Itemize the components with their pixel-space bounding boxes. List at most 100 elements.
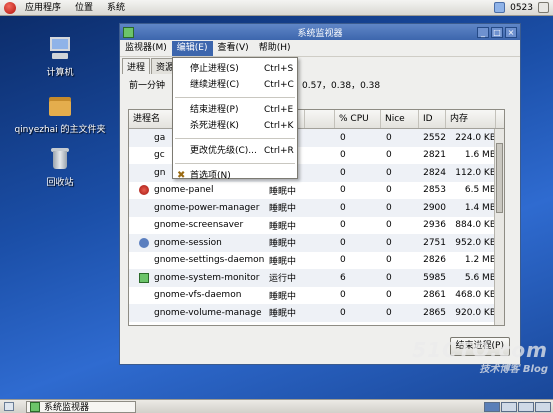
workspace-switcher[interactable] xyxy=(484,401,553,412)
process-status: 睡眠中 xyxy=(269,186,297,197)
menu-item-kill-process[interactable]: 杀死进程(K) Ctrl+K xyxy=(173,118,297,134)
clock[interactable]: 0523 xyxy=(510,3,533,13)
process-id: 2936 xyxy=(423,220,446,231)
workspace-1[interactable] xyxy=(484,401,500,412)
menu-view[interactable]: 查看(V) xyxy=(213,41,254,56)
redhat-logo-icon[interactable] xyxy=(4,1,16,14)
blank-process-icon xyxy=(139,290,149,300)
vertical-scrollbar[interactable] xyxy=(494,129,504,325)
process-name: gn xyxy=(154,167,166,178)
workspace-4[interactable] xyxy=(535,401,551,412)
process-status: 睡眠中 xyxy=(269,239,297,250)
process-cpu: 0 xyxy=(340,132,346,143)
process-status: 睡眠中 xyxy=(269,291,297,302)
workspace-3[interactable] xyxy=(518,401,534,412)
process-cpu: 0 xyxy=(340,307,346,318)
scroll-thumb[interactable] xyxy=(496,143,503,213)
close-button[interactable]: × xyxy=(505,26,517,38)
window-title: 系统监视器 xyxy=(297,28,343,39)
process-status: 睡眠中 xyxy=(269,309,297,320)
computer-icon xyxy=(47,35,73,61)
process-name: gc xyxy=(154,150,165,161)
desktop-icon-computer[interactable]: 计算机 xyxy=(0,35,120,78)
process-memory: 1.4 MB xyxy=(464,202,496,213)
taskbar-item-system-monitor[interactable]: 系统监视器 xyxy=(26,400,136,413)
load-values: 0.57，0.38，0.38 xyxy=(302,81,381,91)
table-row[interactable]: gnome-session 睡眠中 0 0 2751 952.0 KB xyxy=(129,234,504,252)
process-cpu: 0 xyxy=(340,237,346,248)
col-memory[interactable]: 内存 xyxy=(446,110,496,128)
menu-item-preferences[interactable]: ✖ 首选项(N) xyxy=(173,168,297,184)
process-nice: 0 xyxy=(386,185,392,196)
table-row[interactable]: gnome-vfs-daemon 睡眠中 0 0 2861 468.0 KB xyxy=(129,287,504,305)
menu-edit[interactable]: 编辑(E) xyxy=(171,40,213,56)
maximize-button[interactable]: □ xyxy=(491,26,503,38)
table-row[interactable]: gnome-panel 睡眠中 0 0 2853 6.5 MB xyxy=(129,182,504,200)
process-cpu: 6 xyxy=(340,272,346,283)
applications-menu[interactable]: 应用程序 xyxy=(18,0,68,16)
process-nice: 0 xyxy=(386,167,392,178)
trash-icon xyxy=(47,145,73,171)
col-cpu[interactable]: % CPU xyxy=(335,110,381,128)
blank-process-icon xyxy=(139,133,149,143)
menu-help[interactable]: 帮助(H) xyxy=(254,41,296,56)
process-id: 2751 xyxy=(423,237,446,248)
process-name: ga xyxy=(154,132,166,143)
tab-processes[interactable]: 进程 xyxy=(122,58,151,74)
process-memory: 6.5 MB xyxy=(464,185,496,196)
minimize-button[interactable]: _ xyxy=(477,26,489,38)
process-id: 2861 xyxy=(423,290,446,301)
show-desktop-icon[interactable] xyxy=(4,402,14,411)
monitor-icon xyxy=(139,272,149,283)
process-status: 睡眠中 xyxy=(269,204,297,215)
process-memory: 5.6 MB xyxy=(464,272,496,283)
process-id: 2826 xyxy=(423,255,446,266)
process-name: gnome-system-monitor xyxy=(154,272,260,283)
process-nice: 0 xyxy=(386,132,392,143)
process-nice: 0 xyxy=(386,255,392,266)
process-memory: 884.0 KB xyxy=(455,220,496,231)
blank-process-icon xyxy=(139,220,149,230)
table-row[interactable]: gnome-settings-daemon 睡眠中 0 0 2826 1.2 MB xyxy=(129,252,504,270)
menu-separator xyxy=(175,163,295,164)
menu-item-stop-process[interactable]: 停止进程(S) Ctrl+S xyxy=(173,61,297,77)
col-user[interactable] xyxy=(305,110,335,128)
process-cpu: 0 xyxy=(340,167,346,178)
preferences-icon: ✖ xyxy=(177,170,186,181)
process-memory: 112.0 KB xyxy=(455,167,496,178)
blank-process-icon xyxy=(139,168,149,178)
process-id: 2824 xyxy=(423,167,446,178)
process-nice: 0 xyxy=(386,202,392,213)
menu-item-change-priority[interactable]: 更改优先级(C)... Ctrl+R xyxy=(173,143,297,159)
system-menu[interactable]: 系统 xyxy=(100,0,132,16)
process-name: gnome-vfs-daemon xyxy=(154,290,242,301)
process-nice: 0 xyxy=(386,290,392,301)
table-row[interactable]: gnome-volume-manage 睡眠中 0 0 2865 920.0 KB xyxy=(129,304,504,322)
process-cpu: 0 xyxy=(340,255,346,266)
volume-icon[interactable] xyxy=(538,2,549,13)
title-bar[interactable]: 系统监视器 _ □ × xyxy=(120,24,520,40)
table-row[interactable]: gnome-power-manager 睡眠中 0 0 2900 1.4 MB xyxy=(129,199,504,217)
process-id: 2900 xyxy=(423,202,446,213)
places-menu[interactable]: 位置 xyxy=(68,0,100,16)
menu-monitor[interactable]: 监视器(M) xyxy=(120,41,172,56)
process-cpu: 0 xyxy=(340,150,346,161)
process-status: 睡眠中 xyxy=(269,221,297,232)
desktop-icon-trash[interactable]: 回收站 xyxy=(0,145,120,188)
workspace-2[interactable] xyxy=(501,401,517,412)
network-icon[interactable] xyxy=(494,2,506,13)
table-row[interactable]: gnome-screensaver 睡眠中 0 0 2936 884.0 KB xyxy=(129,217,504,235)
menu-item-end-process[interactable]: 结束进程(P) Ctrl+E xyxy=(173,102,297,118)
col-id[interactable]: ID xyxy=(419,110,446,128)
bottom-taskbar: 系统监视器 xyxy=(0,399,553,413)
table-row[interactable]: gnome-system-monitor 运行中 6 0 5985 5.6 MB xyxy=(129,269,504,287)
process-nice: 0 xyxy=(386,150,392,161)
process-status: 运行中 xyxy=(269,274,297,285)
col-nice[interactable]: Nice xyxy=(381,110,419,128)
watermark: 51CTO.com 技术博客 Blog xyxy=(412,338,548,375)
taskbar-item-label: 系统监视器 xyxy=(44,403,90,413)
desktop-icon-home[interactable]: qinyezhai 的主文件夹 xyxy=(0,92,120,135)
menu-item-continue-process[interactable]: 继续进程(C) Ctrl+C xyxy=(173,77,297,93)
process-name: gnome-session xyxy=(154,237,222,248)
process-memory: 1.2 MB xyxy=(464,255,496,266)
